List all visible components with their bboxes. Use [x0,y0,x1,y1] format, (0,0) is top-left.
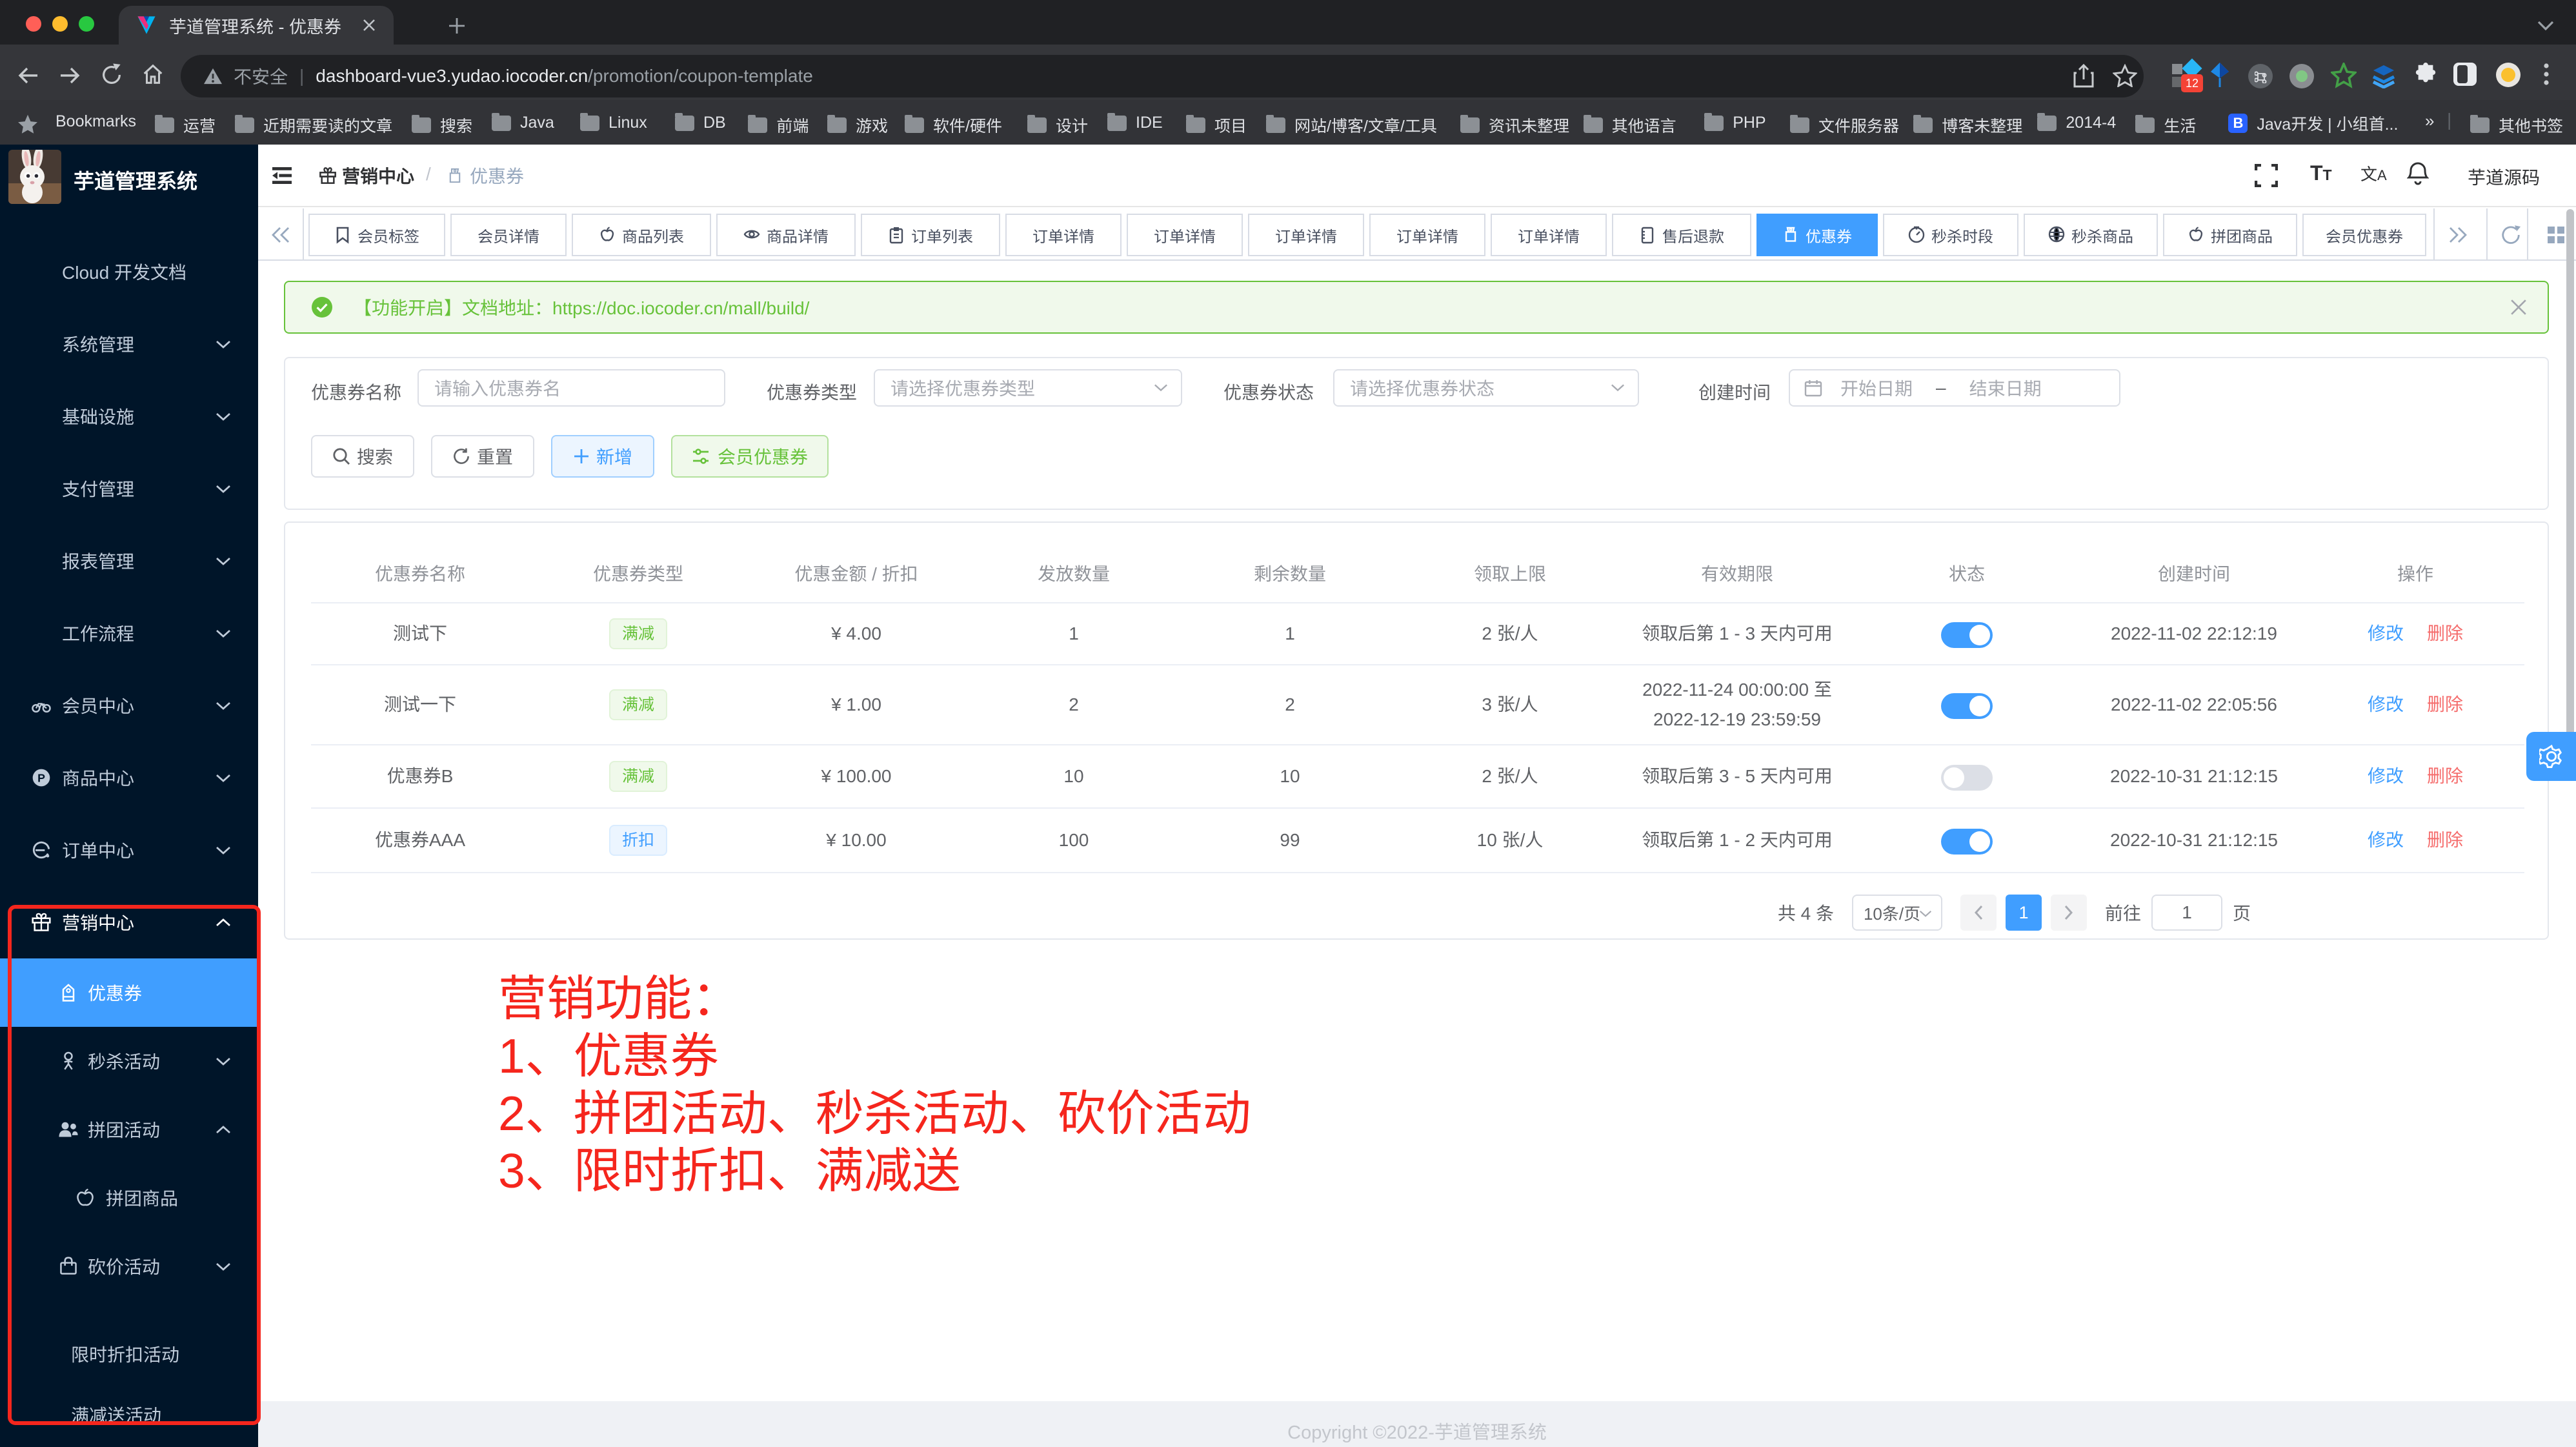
svg-text:P: P [37,771,45,784]
